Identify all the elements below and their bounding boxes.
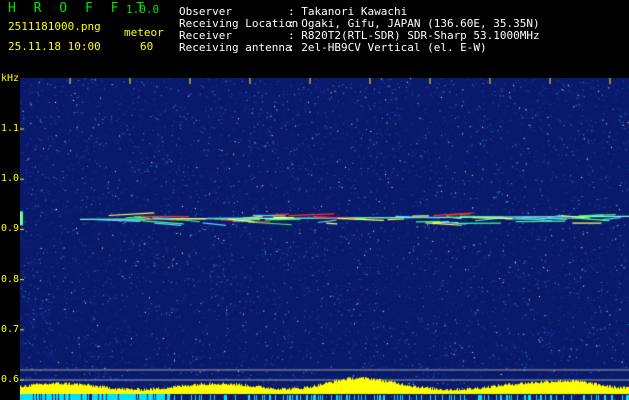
spectrogram-canvas [20, 78, 629, 400]
y-tick-label: 0.7 [1, 323, 20, 335]
count-value: 60 [140, 40, 154, 53]
app-version: 1.0.0 [126, 3, 160, 16]
y-tick-label: 1.0 [1, 173, 20, 185]
y-tick-label: 0.8 [1, 273, 20, 285]
file-name: 2511181000.png [8, 20, 101, 33]
y-tick-label: 0.6 [1, 374, 20, 385]
y-tick-label: 1.1 [1, 123, 20, 134]
antenna-label: Receiving antenna [179, 41, 292, 54]
antenna-value: : 2el-HB9CV Vertical (el. E-W) [288, 41, 487, 54]
y-tick-label: 0.9 [1, 223, 20, 235]
mode-label: meteor [124, 26, 164, 39]
date-time: 25.11.18 10:00 [8, 40, 101, 53]
y-axis-unit: kHz [1, 73, 20, 84]
